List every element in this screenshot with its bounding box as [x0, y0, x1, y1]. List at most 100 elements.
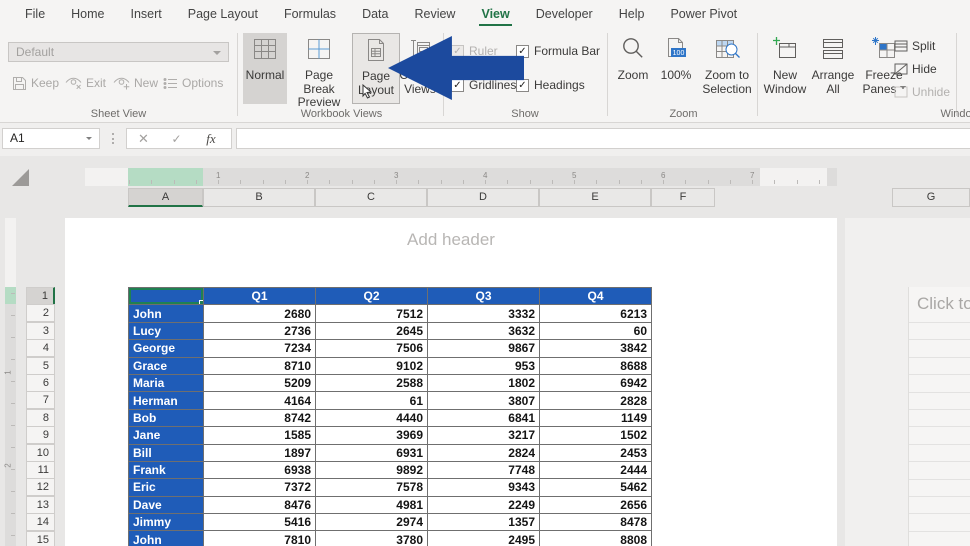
- tab-developer[interactable]: Developer: [523, 0, 606, 28]
- value-cell[interactable]: 2444: [540, 461, 652, 478]
- tab-file[interactable]: File: [12, 0, 58, 28]
- selected-cell-a1[interactable]: [129, 288, 204, 305]
- quarter-header-cell[interactable]: Q4: [540, 288, 652, 305]
- value-cell[interactable]: 1802: [428, 374, 540, 391]
- row-header-4[interactable]: 4: [26, 339, 55, 357]
- value-cell[interactable]: 5462: [540, 479, 652, 496]
- value-cell[interactable]: 3632: [428, 322, 540, 339]
- column-header-g[interactable]: G: [892, 188, 970, 207]
- value-cell[interactable]: 6841: [428, 409, 540, 426]
- column-header-b[interactable]: B: [203, 188, 315, 207]
- page-break-preview-button[interactable]: Page Break Preview: [288, 33, 350, 104]
- value-cell[interactable]: 6213: [540, 305, 652, 322]
- value-cell[interactable]: 2588: [316, 374, 428, 391]
- value-cell[interactable]: 2453: [540, 444, 652, 461]
- fill-handle[interactable]: [199, 300, 204, 305]
- row-name-cell[interactable]: Bob: [129, 409, 204, 426]
- value-cell[interactable]: 4981: [316, 496, 428, 513]
- value-cell[interactable]: 3842: [540, 340, 652, 357]
- checkbox-headings[interactable]: ✓Headings: [516, 78, 585, 92]
- column-header-a[interactable]: A: [128, 188, 203, 207]
- value-cell[interactable]: 2828: [540, 392, 652, 409]
- checkbox-formula-bar[interactable]: ✓Formula Bar: [516, 44, 600, 58]
- value-cell[interactable]: 4440: [316, 409, 428, 426]
- row-header-2[interactable]: 2: [26, 304, 55, 322]
- name-box[interactable]: A1: [2, 128, 100, 149]
- row-header-3[interactable]: 3: [26, 322, 55, 340]
- row-name-cell[interactable]: Frank: [129, 461, 204, 478]
- value-cell[interactable]: 7578: [316, 479, 428, 496]
- value-cell[interactable]: 3969: [316, 427, 428, 444]
- row-name-cell[interactable]: Maria: [129, 374, 204, 391]
- value-cell[interactable]: 6931: [316, 444, 428, 461]
- quarter-header-cell[interactable]: Q2: [316, 288, 428, 305]
- row-header-7[interactable]: 7: [26, 391, 55, 409]
- row-header-9[interactable]: 9: [26, 426, 55, 444]
- row-name-cell[interactable]: Eric: [129, 479, 204, 496]
- value-cell[interactable]: 1149: [540, 409, 652, 426]
- row-header-14[interactable]: 14: [26, 513, 55, 531]
- header-placeholder[interactable]: Add header: [65, 230, 837, 250]
- value-cell[interactable]: 7512: [316, 305, 428, 322]
- row-header-6[interactable]: 6: [26, 374, 55, 392]
- value-cell[interactable]: 2824: [428, 444, 540, 461]
- tab-insert[interactable]: Insert: [118, 0, 175, 28]
- row-name-cell[interactable]: Herman: [129, 392, 204, 409]
- value-cell[interactable]: 5416: [204, 514, 316, 531]
- value-cell[interactable]: 2736: [204, 322, 316, 339]
- value-cell[interactable]: 1585: [204, 427, 316, 444]
- hide-button[interactable]: Hide: [894, 61, 937, 76]
- row-name-cell[interactable]: Jimmy: [129, 514, 204, 531]
- value-cell[interactable]: 61: [316, 392, 428, 409]
- value-cell[interactable]: 8478: [540, 514, 652, 531]
- split-button[interactable]: Split: [894, 38, 935, 53]
- value-cell[interactable]: 9892: [316, 461, 428, 478]
- tab-view[interactable]: View: [468, 0, 522, 28]
- value-cell[interactable]: 953: [428, 357, 540, 374]
- row-header-1[interactable]: 1: [26, 287, 55, 305]
- value-cell[interactable]: 9867: [428, 340, 540, 357]
- normal-view-button[interactable]: Normal: [243, 33, 287, 104]
- row-header-13[interactable]: 13: [26, 496, 55, 514]
- row-name-cell[interactable]: John: [129, 531, 204, 546]
- tab-data[interactable]: Data: [349, 0, 401, 28]
- tab-formulas[interactable]: Formulas: [271, 0, 349, 28]
- value-cell[interactable]: 60: [540, 322, 652, 339]
- row-name-cell[interactable]: Lucy: [129, 322, 204, 339]
- value-cell[interactable]: 1897: [204, 444, 316, 461]
- row-header-5[interactable]: 5: [26, 357, 55, 375]
- column-header-c[interactable]: C: [315, 188, 427, 207]
- value-cell[interactable]: 8688: [540, 357, 652, 374]
- row-header-8[interactable]: 8: [26, 409, 55, 427]
- column-header-f[interactable]: F: [651, 188, 715, 207]
- value-cell[interactable]: 3807: [428, 392, 540, 409]
- quarter-header-cell[interactable]: Q3: [428, 288, 540, 305]
- value-cell[interactable]: 3332: [428, 305, 540, 322]
- tab-home[interactable]: Home: [58, 0, 117, 28]
- row-header-15[interactable]: 15: [26, 531, 55, 546]
- row-name-cell[interactable]: Jane: [129, 427, 204, 444]
- value-cell[interactable]: 7372: [204, 479, 316, 496]
- value-cell[interactable]: 8476: [204, 496, 316, 513]
- tab-power-pivot[interactable]: Power Pivot: [657, 0, 750, 28]
- value-cell[interactable]: 9102: [316, 357, 428, 374]
- value-cell[interactable]: 2974: [316, 514, 428, 531]
- value-cell[interactable]: 3780: [316, 531, 428, 546]
- value-cell[interactable]: 5209: [204, 374, 316, 391]
- zoom-to-selection-button[interactable]: Zoom to Selection: [700, 36, 754, 96]
- value-cell[interactable]: 1357: [428, 514, 540, 531]
- value-cell[interactable]: 7810: [204, 531, 316, 546]
- tab-help[interactable]: Help: [606, 0, 658, 28]
- value-cell[interactable]: 1502: [540, 427, 652, 444]
- value-cell[interactable]: 8710: [204, 357, 316, 374]
- tab-page-layout[interactable]: Page Layout: [175, 0, 271, 28]
- zoom-100-button[interactable]: 100 100%: [654, 36, 698, 83]
- value-cell[interactable]: 4164: [204, 392, 316, 409]
- quarter-header-cell[interactable]: Q1: [204, 288, 316, 305]
- value-cell[interactable]: 2249: [428, 496, 540, 513]
- arrange-all-button[interactable]: Arrange All: [810, 36, 856, 96]
- formula-input[interactable]: [236, 128, 970, 149]
- zoom-button[interactable]: Zoom: [612, 36, 654, 83]
- row-header-10[interactable]: 10: [26, 444, 55, 462]
- new-window-button[interactable]: New Window: [762, 36, 808, 96]
